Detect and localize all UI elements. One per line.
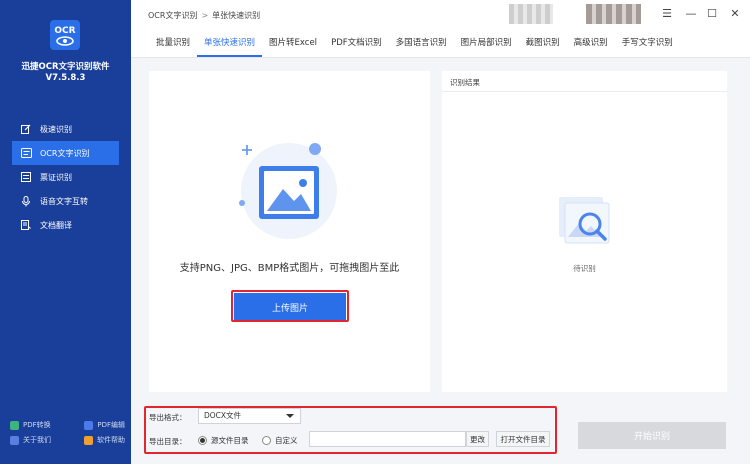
pending-search-icon [559,197,610,244]
edit-icon [20,123,32,135]
footer-link-label: 关于我们 [23,436,51,444]
pdf-convert-link[interactable]: PDF转换 [10,420,51,430]
breadcrumb-parent[interactable]: OCR文字识别 [148,11,197,20]
sidebar-item-label: 语音文字互转 [40,196,88,206]
help-icon [84,435,93,445]
sidebar-item-speech[interactable]: 语音文字互转 [12,189,119,213]
microphone-icon [20,195,32,207]
ocr-icon [20,147,32,159]
divider [442,91,727,92]
footer-link-label: PDF编辑 [97,421,125,429]
tab-multi-language[interactable]: 多国语言识别 [389,30,454,57]
svg-text:OCR: OCR [54,26,75,36]
footer-link-label: 软件帮助 [97,436,125,444]
tab-bar: 批量识别 单张快速识别 图片转Excel PDF文档识别 多国语言识别 图片局部… [131,30,750,58]
blurred-account-area [586,4,641,24]
about-us-link[interactable]: 关于我们 [10,435,51,445]
image-upload-icon [239,143,337,239]
sidebar-item-label: OCR文字识别 [40,148,90,158]
sidebar-item-ticket[interactable]: 票证识别 [12,165,119,189]
ticket-icon [20,171,32,183]
pdf-convert-icon [10,420,19,430]
tab-partial[interactable]: 图片局部识别 [454,30,519,57]
highlight-export-settings [144,406,557,454]
tab-batch[interactable]: 批量识别 [149,30,197,57]
sidebar-footer: PDF转换 PDF编辑 关于我们 软件帮助 [10,420,125,450]
document-translate-icon [20,219,32,231]
result-title: 识别结果 [450,78,480,87]
menu-icon[interactable]: ☰ [660,7,674,21]
sidebar-item-label: 极速识别 [40,124,72,134]
app-logo-icon: OCR [50,20,80,50]
app-version: V7.5.8.3 [45,73,86,83]
start-recognition-button[interactable]: 开始识别 [578,422,726,449]
highlight-upload-button [231,290,349,322]
pdf-edit-icon [84,420,94,430]
app-name: 迅捷OCR文字识别软件 [21,62,110,72]
blurred-user-area [509,4,553,24]
maximize-icon[interactable]: ☐ [705,7,719,21]
sidebar: OCR 迅捷OCR文字识别软件 V7.5.8.3 极速识别 OCR文字识别 票证… [0,0,131,464]
breadcrumb-current: 单张快速识别 [212,11,261,20]
tab-pdf[interactable]: PDF文档识别 [324,30,389,57]
sidebar-item-translate[interactable]: 文档翻译 [12,213,119,237]
upload-drop-zone[interactable]: 支持PNG、JPG、BMP格式图片，可拖拽图片至此 上传图片 [149,71,430,392]
close-icon[interactable]: ✕ [728,7,742,21]
sidebar-item-label: 文档翻译 [40,220,72,230]
sidebar-nav: 极速识别 OCR文字识别 票证识别 语音文字互转 文档翻译 [12,117,119,237]
upload-hint: 支持PNG、JPG、BMP格式图片，可拖拽图片至此 [179,263,400,274]
help-link[interactable]: 软件帮助 [84,435,125,445]
footer-link-label: PDF转换 [23,421,51,429]
chevron-right-icon: > [201,11,209,20]
sidebar-item-ocr[interactable]: OCR文字识别 [12,141,119,165]
top-bar: OCR文字识别 > 单张快速识别 ☰ — ☐ ✕ [131,0,750,30]
minimize-icon[interactable]: — [684,7,698,21]
breadcrumb: OCR文字识别 > 单张快速识别 [148,10,260,21]
result-panel: 识别结果 待识别 [442,71,727,392]
sidebar-item-label: 票证识别 [40,172,72,182]
result-placeholder: 待识别 [573,264,596,273]
tab-handwriting[interactable]: 手写文字识别 [615,30,680,57]
sidebar-item-speed-recognition[interactable]: 极速识别 [12,117,119,141]
tab-screenshot[interactable]: 截图识别 [519,30,567,57]
tab-advanced[interactable]: 高级识别 [567,30,615,57]
pdf-edit-link[interactable]: PDF编辑 [84,420,125,430]
tab-image-to-excel[interactable]: 图片转Excel [262,30,324,57]
about-icon [10,435,19,445]
tab-single-quick[interactable]: 单张快速识别 [197,30,263,57]
